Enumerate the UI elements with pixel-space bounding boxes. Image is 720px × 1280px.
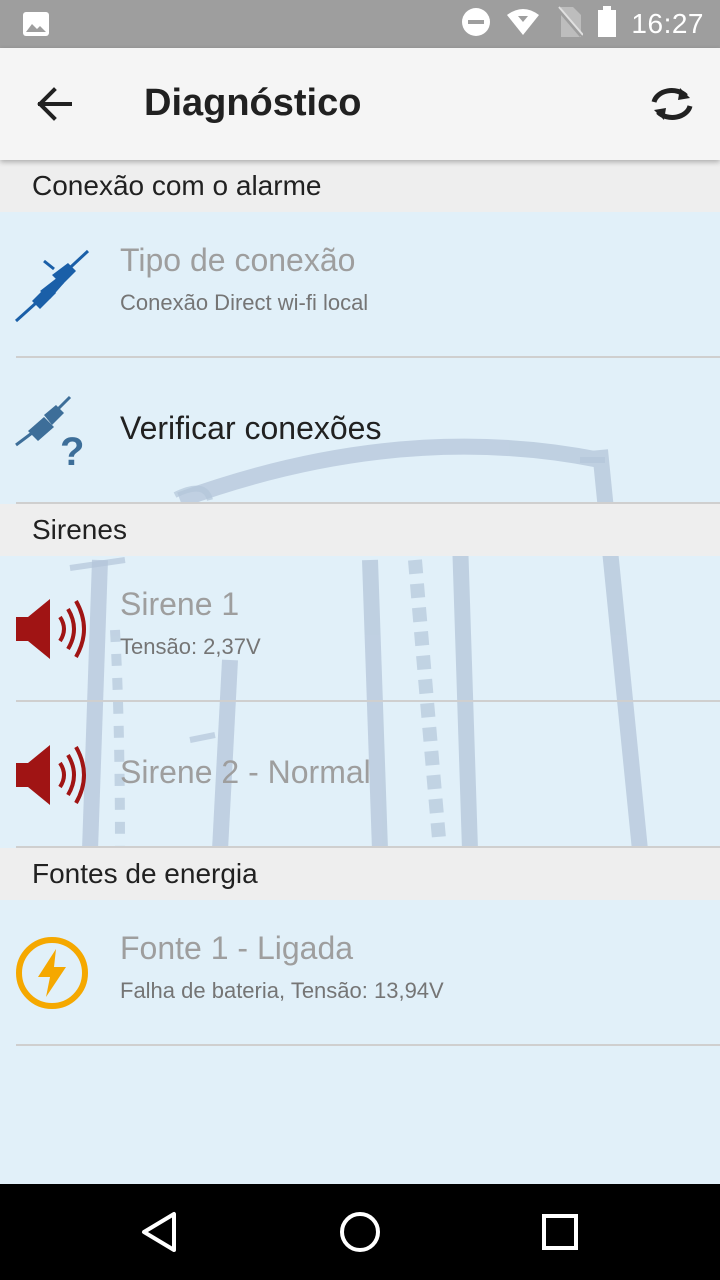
image-icon	[22, 11, 50, 42]
home-circle-icon[interactable]	[336, 1208, 384, 1256]
speaker-icon	[14, 591, 90, 667]
item-title: Sirene 2 - Normal	[120, 754, 371, 790]
item-title: Sirene 1	[120, 586, 240, 622]
item-subtitle: Conexão Direct wi-fi local	[120, 290, 369, 315]
wifi-icon	[505, 7, 541, 42]
section-header-power: Fontes de energia	[0, 848, 720, 900]
do-not-disturb-icon	[461, 7, 491, 42]
section-header-sirens: Sirenes	[0, 504, 720, 556]
item-title: Fonte 1 - Ligada	[120, 930, 354, 966]
divider	[16, 1044, 720, 1046]
arrow-back-icon[interactable]	[28, 80, 84, 128]
speaker-icon	[14, 737, 90, 813]
list-item-siren-2[interactable]: Sirene 2 - Normal	[0, 702, 720, 848]
plug-question-icon: ?	[14, 393, 90, 474]
svg-text:?: ?	[60, 430, 84, 469]
list-item-connection-type[interactable]: Tipo de conexão Conexão Direct wi-fi loc…	[0, 212, 720, 358]
sync-icon[interactable]	[646, 78, 698, 130]
diagnostics-list[interactable]: Conexão com o alarme Tipo de conexão Con…	[0, 160, 720, 1184]
lightning-icon	[14, 935, 90, 1011]
item-title: Verificar conexões	[120, 410, 382, 446]
no-sim-icon	[555, 5, 585, 43]
clock: 16:27	[631, 8, 704, 39]
list-item-check-connections[interactable]: ? Verificar conexões	[0, 358, 720, 504]
page-title: Diagnóstico	[144, 82, 362, 124]
battery-icon	[597, 5, 617, 43]
app-bar: Diagnóstico	[0, 48, 720, 160]
status-bar: 16:27	[0, 0, 720, 48]
back-triangle-icon[interactable]	[136, 1208, 184, 1256]
item-subtitle: Tensão: 2,37V	[120, 634, 261, 659]
recents-square-icon[interactable]	[536, 1208, 584, 1256]
navigation-bar	[0, 1184, 720, 1280]
section-header-connection: Conexão com o alarme	[0, 160, 720, 212]
item-subtitle: Falha de bateria, Tensão: 13,94V	[120, 978, 444, 1003]
list-item-source-1[interactable]: Fonte 1 - Ligada Falha de bateria, Tensã…	[0, 900, 720, 1046]
list-item-siren-1[interactable]: Sirene 1 Tensão: 2,37V	[0, 556, 720, 702]
plug-icon	[14, 247, 90, 323]
item-title: Tipo de conexão	[120, 242, 356, 278]
